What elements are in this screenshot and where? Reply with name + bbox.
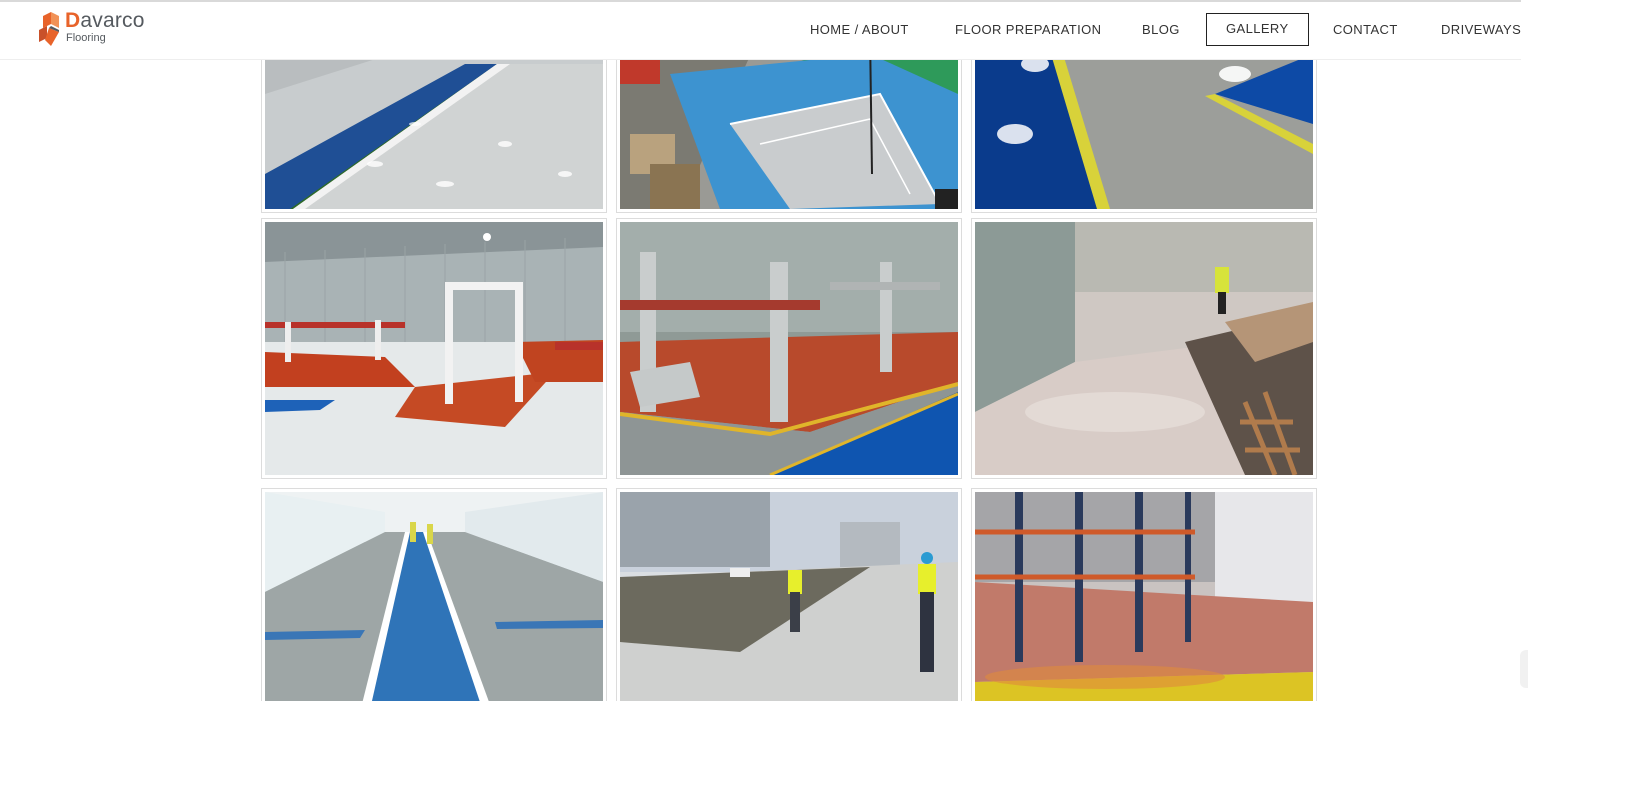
floor-photo [620,492,958,701]
davarco-cube-logo-icon [39,12,59,46]
floor-photo [265,34,603,209]
floor-photo [265,222,603,475]
gallery-image-6[interactable] [971,218,1317,479]
gallery-image-9[interactable] [971,488,1317,701]
floor-photo [620,222,958,475]
floor-photo [265,492,603,701]
brand-name: Davarco [65,9,145,32]
floor-photo [620,34,958,209]
gallery-image-4[interactable] [261,218,607,479]
floor-photo [975,492,1313,701]
nav-blog[interactable]: BLOG [1142,13,1180,46]
floor-photo [975,34,1313,209]
side-widget-tab[interactable] [1520,650,1528,688]
gallery-image-5[interactable] [616,218,962,479]
site-header: Davarco Flooring HOME / ABOUT FLOOR PREP… [0,2,1521,60]
nav-contact[interactable]: CONTACT [1333,13,1398,46]
brand-tagline: Flooring [66,32,106,44]
gallery-image-8[interactable] [616,488,962,701]
floor-photo [975,222,1313,475]
nav-floor-preparation[interactable]: FLOOR PREPARATION [955,13,1101,46]
gallery-grid [0,0,1521,701]
nav-gallery[interactable]: GALLERY [1206,13,1309,46]
gallery-image-7[interactable] [261,488,607,701]
nav-home-about[interactable]: HOME / ABOUT [810,13,909,46]
nav-driveways[interactable]: DRIVEWAYS [1441,13,1521,46]
site-logo[interactable]: Davarco Flooring [37,8,157,50]
